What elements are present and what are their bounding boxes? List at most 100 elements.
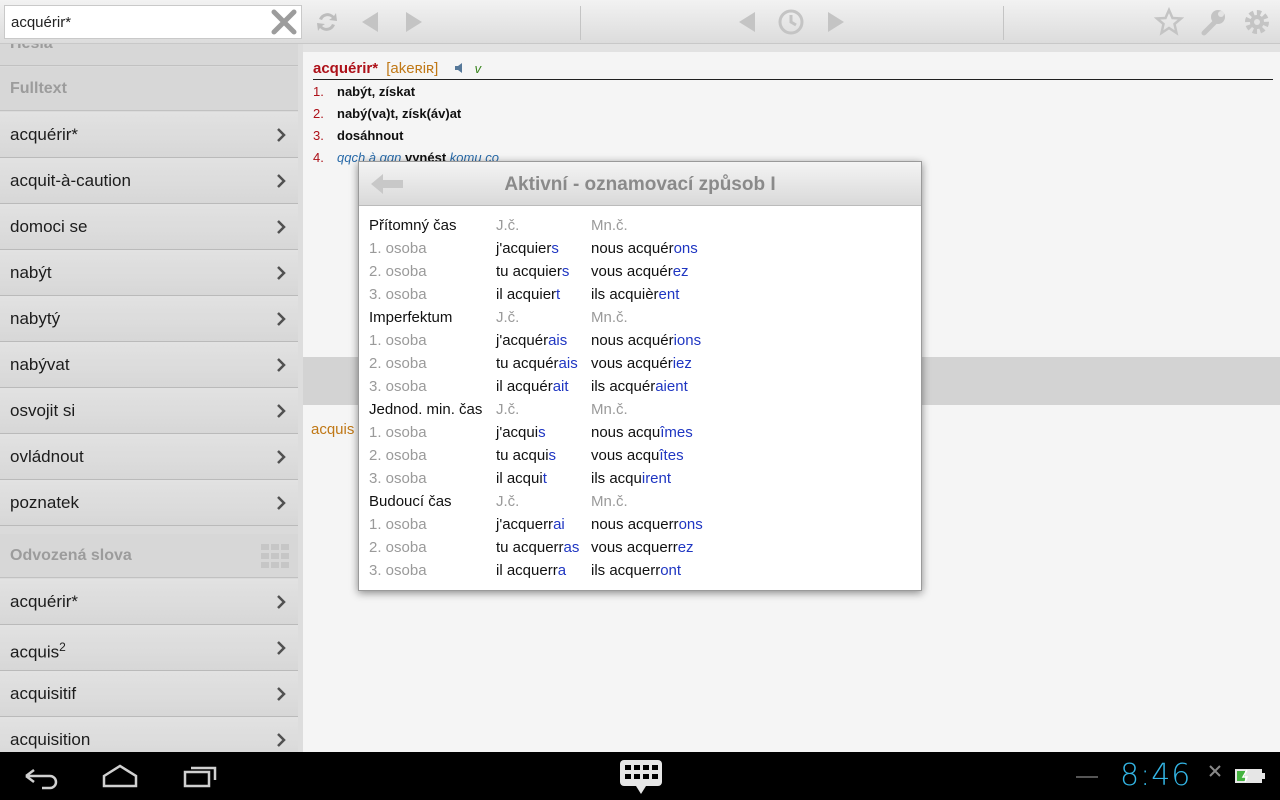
conjugation-row: 2. osoba tu acquis vous acquîtes bbox=[369, 444, 909, 467]
form-stem: il acquerr bbox=[496, 562, 558, 579]
no-signal-icon bbox=[1209, 765, 1221, 777]
swap-direction-icon[interactable] bbox=[312, 7, 342, 37]
singular-form: il acquérait bbox=[496, 375, 592, 398]
form-stem: ils acquér bbox=[591, 378, 656, 395]
singular-form: tu acquis bbox=[496, 444, 592, 467]
form-stem: ils acquerr bbox=[591, 562, 661, 579]
form-stem: j'acquerr bbox=[496, 516, 554, 533]
plural-form: vous acquérez bbox=[591, 260, 741, 283]
form-stem: ils acquièr bbox=[591, 286, 659, 303]
person-label: 2. osoba bbox=[369, 355, 427, 372]
singular-label: J.č. bbox=[496, 217, 520, 234]
form-stem: j'acquér bbox=[496, 332, 549, 349]
form-ending: ont bbox=[660, 562, 682, 579]
form-ending: t bbox=[556, 286, 561, 303]
form-ending: t bbox=[542, 470, 547, 487]
home-icon[interactable] bbox=[101, 760, 139, 792]
next-entry-icon[interactable] bbox=[398, 7, 428, 37]
conjugation-row: 3. osoba il acquit ils acquirent bbox=[369, 467, 909, 490]
form-stem: nous acquerr bbox=[591, 516, 679, 533]
plural-label: Mn.č. bbox=[591, 493, 628, 510]
form-ending: ai bbox=[553, 516, 565, 533]
singular-form: tu acquiers bbox=[496, 260, 592, 283]
toolbar-divider bbox=[1003, 6, 1004, 40]
form-stem: nous acquér bbox=[591, 332, 674, 349]
battery-charging-icon bbox=[1235, 769, 1265, 783]
plural-form: ils acquerront bbox=[591, 559, 741, 582]
form-ending: ons bbox=[678, 516, 703, 533]
conjugation-row: 3. osoba il acquiert ils acquièrent bbox=[369, 283, 909, 306]
form-stem: il acqui bbox=[496, 470, 543, 487]
form-ending: ent bbox=[658, 286, 680, 303]
star-icon[interactable] bbox=[1154, 7, 1184, 37]
plural-form: nous acquerrons bbox=[591, 513, 741, 536]
singular-label: J.č. bbox=[496, 401, 520, 418]
form-ending: as bbox=[563, 539, 580, 556]
history-back-icon[interactable] bbox=[733, 7, 763, 37]
singular-label: J.č. bbox=[496, 309, 520, 326]
singular-form: j'acquiers bbox=[496, 237, 592, 260]
form-stem: vous acqu bbox=[591, 447, 660, 464]
form-ending: a bbox=[557, 562, 567, 579]
tense-header-row: Jednod. min. čas J.č. Mn.č. bbox=[369, 398, 909, 421]
form-stem: vous acquerr bbox=[591, 539, 678, 556]
singular-form: il acquerra bbox=[496, 559, 592, 582]
plural-form: nous acquérons bbox=[591, 237, 741, 260]
tense-name: Jednod. min. čas bbox=[369, 401, 483, 418]
person-label: 1. osoba bbox=[369, 240, 427, 257]
tense-header-row: Budoucí čas J.č. Mn.č. bbox=[369, 490, 909, 513]
conjugation-row: 2. osoba tu acquerras vous acquerrez bbox=[369, 536, 909, 559]
person-label: 3. osoba bbox=[369, 378, 427, 395]
plural-label: Mn.č. bbox=[591, 401, 628, 418]
form-stem: il acquier bbox=[496, 286, 557, 303]
conjugation-row: 3. osoba il acquerra ils acquerront bbox=[369, 559, 909, 582]
form-stem: tu acquér bbox=[496, 355, 559, 372]
system-navigation-bar: 8:46 bbox=[0, 752, 1280, 800]
singular-label: J.č. bbox=[496, 493, 520, 510]
keyboard-icon[interactable] bbox=[618, 756, 664, 798]
form-ending: irent bbox=[641, 470, 672, 487]
form-stem: j'acquier bbox=[496, 240, 552, 257]
person-label: 1. osoba bbox=[369, 424, 427, 441]
clock[interactable]: 8:46 bbox=[1120, 758, 1191, 793]
plural-form: vous acquîtes bbox=[591, 444, 741, 467]
recent-apps-icon[interactable] bbox=[182, 760, 220, 792]
settings-gear-icon[interactable] bbox=[1242, 7, 1272, 37]
toolbar-divider bbox=[580, 6, 581, 40]
form-ending: s bbox=[551, 240, 559, 257]
wrench-icon[interactable] bbox=[1198, 7, 1228, 37]
conjugation-dialog: Aktivní - oznamovací způsob I Přítomný č… bbox=[358, 161, 922, 591]
form-ending: ez bbox=[672, 263, 689, 280]
person-label: 3. osoba bbox=[369, 470, 427, 487]
tense-name: Budoucí čas bbox=[369, 493, 452, 510]
form-stem: nous acquér bbox=[591, 240, 674, 257]
person-label: 1. osoba bbox=[369, 516, 427, 533]
form-ending: ais bbox=[548, 332, 568, 349]
search-input[interactable] bbox=[11, 6, 261, 38]
form-ending: aient bbox=[655, 378, 688, 395]
form-ending: ons bbox=[673, 240, 698, 257]
conjugation-row: 3. osoba il acquérait ils acquéraient bbox=[369, 375, 909, 398]
form-ending: ez bbox=[677, 539, 694, 556]
form-ending: s bbox=[538, 424, 546, 441]
form-ending: ait bbox=[552, 378, 569, 395]
tense-header-row: Imperfektum J.č. Mn.č. bbox=[369, 306, 909, 329]
person-label: 2. osoba bbox=[369, 263, 427, 280]
history-icon[interactable] bbox=[776, 7, 806, 37]
form-stem: tu acquier bbox=[496, 263, 562, 280]
clear-icon[interactable] bbox=[269, 7, 299, 37]
form-stem: vous acquér bbox=[591, 263, 673, 280]
form-stem: il acquér bbox=[496, 378, 553, 395]
previous-entry-icon[interactable] bbox=[356, 7, 386, 37]
conjugation-row: 1. osoba j'acquérais nous acquérions bbox=[369, 329, 909, 352]
plural-form: ils acquirent bbox=[591, 467, 741, 490]
form-stem: nous acqu bbox=[591, 424, 661, 441]
singular-form: il acquit bbox=[496, 467, 592, 490]
form-stem: j'acqui bbox=[496, 424, 539, 441]
conjugation-row: 2. osoba tu acquiers vous acquérez bbox=[369, 260, 909, 283]
history-forward-icon[interactable] bbox=[820, 7, 850, 37]
plural-form: vous acquériez bbox=[591, 352, 741, 375]
back-icon[interactable] bbox=[22, 760, 60, 792]
tense-header-row: Přítomný čas J.č. Mn.č. bbox=[369, 214, 909, 237]
form-stem: vous acquér bbox=[591, 355, 673, 372]
